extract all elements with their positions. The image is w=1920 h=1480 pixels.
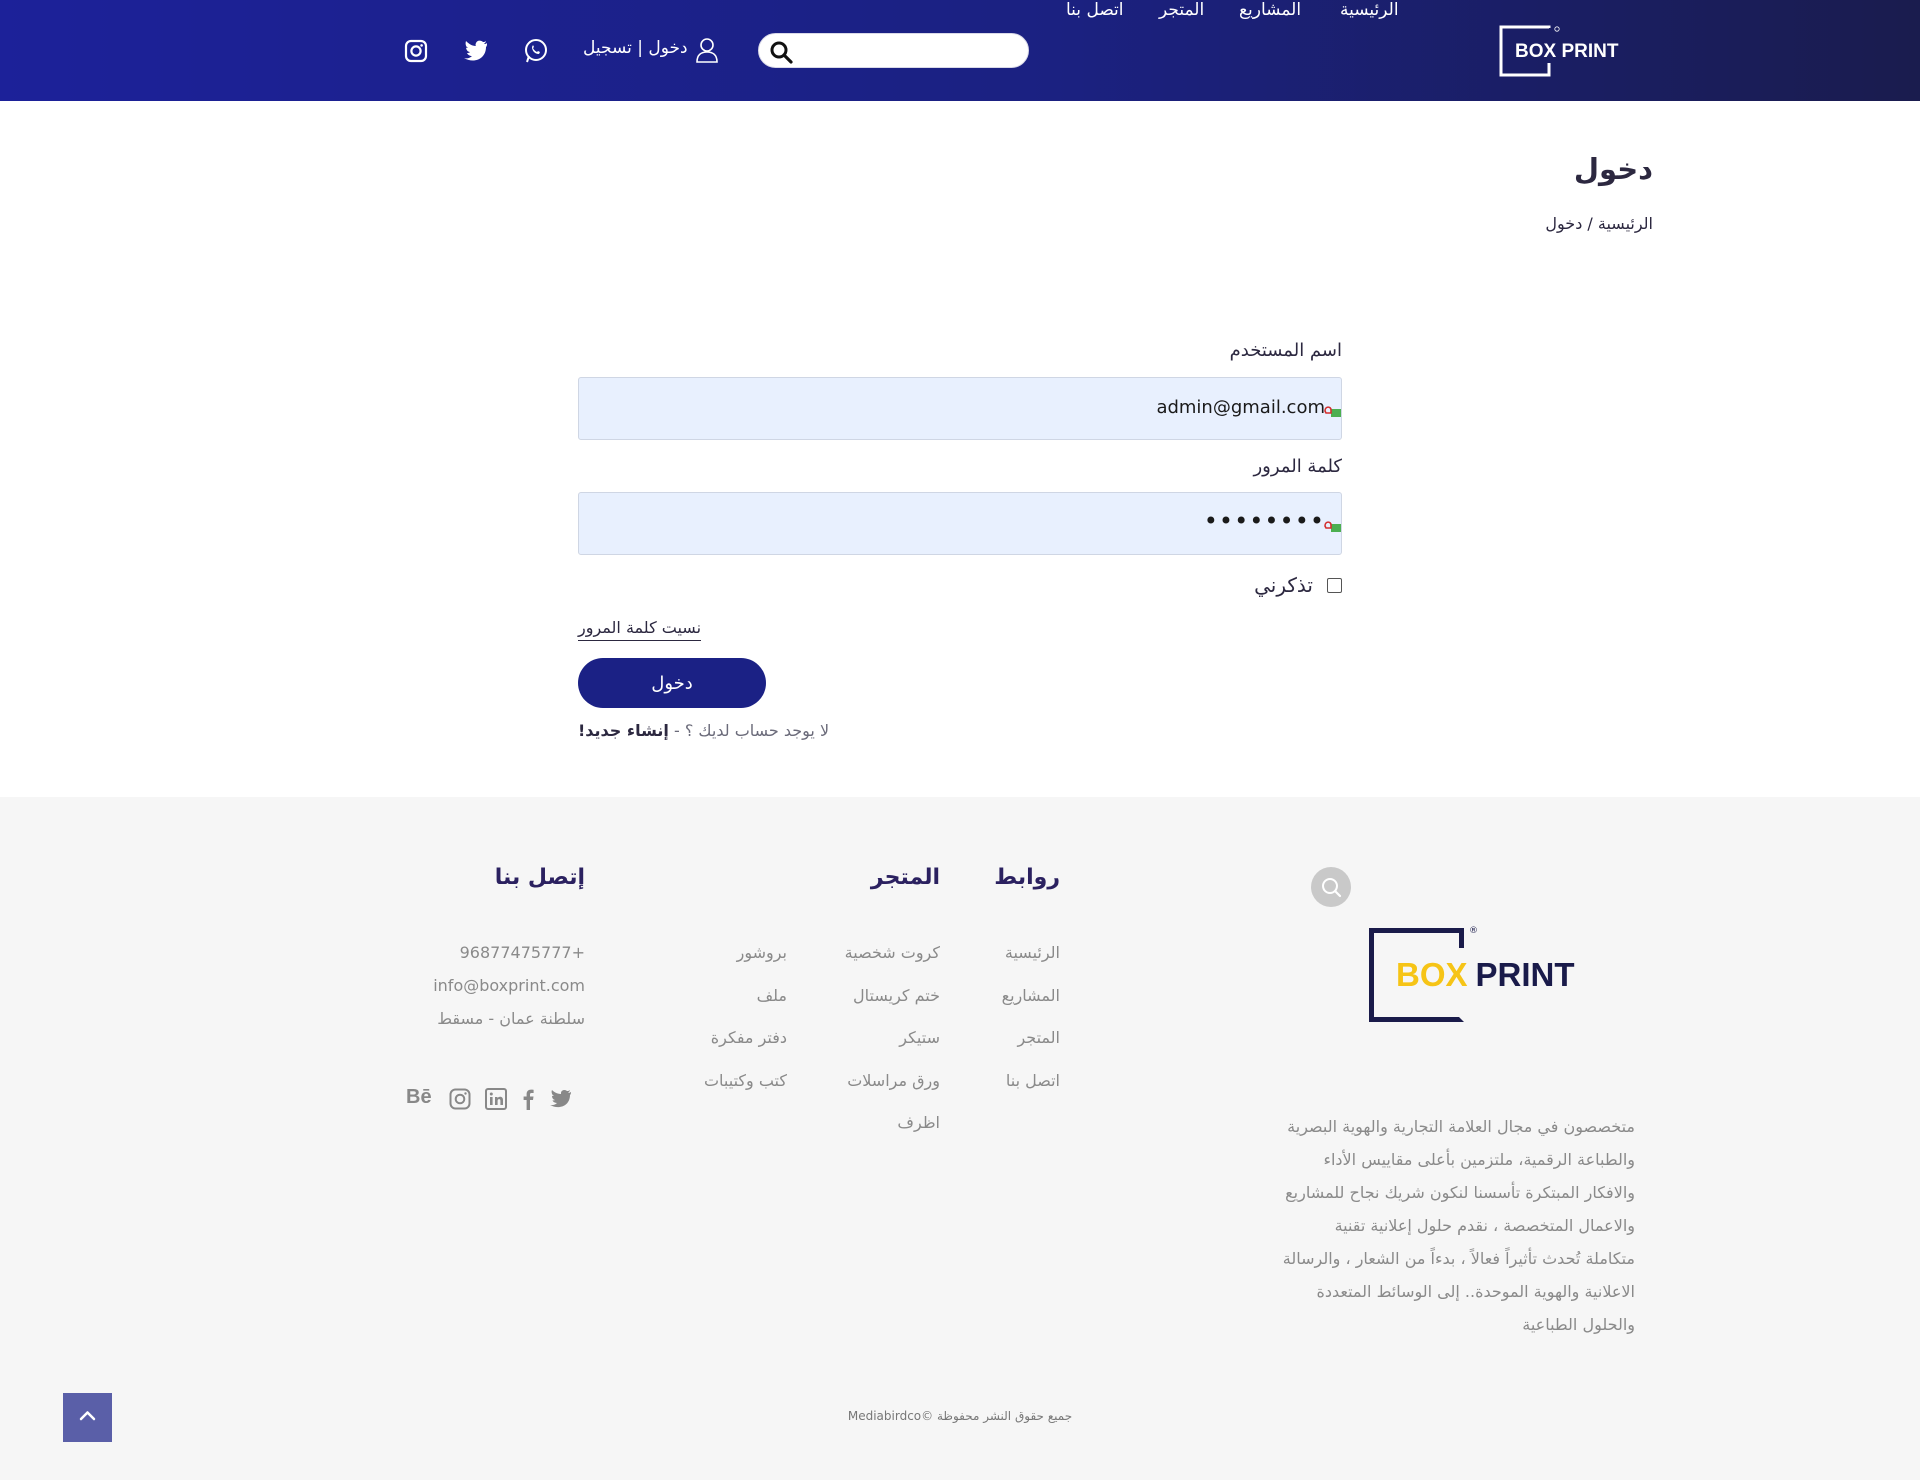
store-link[interactable]: ختم كريستال — [845, 986, 940, 1029]
register-link[interactable]: إنشاء جديد! — [578, 721, 669, 740]
behance-icon[interactable]: Bē — [406, 1086, 432, 1109]
breadcrumb-separator: / — [1587, 214, 1593, 233]
about-line: والحلول الطباعية — [1522, 1315, 1635, 1334]
footer-logo: ® BOX PRINT — [1369, 926, 1575, 1024]
no-account-text: لا يوجد حساب لديك ؟ - — [673, 721, 830, 740]
password-manager-icon[interactable] — [1323, 404, 1341, 420]
logo-box-word: BOX — [1396, 956, 1468, 993]
store-link[interactable]: كروت شخصية — [845, 943, 940, 986]
store-link[interactable]: بروشور — [704, 943, 787, 986]
footer: ® BOX PRINT متخصصون في مجال العلامة التجا… — [0, 797, 1920, 1480]
nav-contact[interactable]: اتصل بنا — [1066, 0, 1124, 20]
username-label: اسم المستخدم — [1229, 340, 1342, 361]
store-link[interactable]: ملف — [704, 986, 787, 1029]
footer-link-home[interactable]: الرئيسية — [1002, 943, 1060, 986]
logo-print-word: PRINT — [1475, 956, 1575, 993]
password-value: •••••••• — [1203, 507, 1325, 535]
password-manager-icon[interactable] — [1323, 519, 1341, 535]
store-list-2: بروشور ملف دفتر مفكرة كتب وكتيبات — [704, 943, 787, 1113]
logo-text: BOX PRINT — [1515, 41, 1619, 62]
about-text: متخصصون في مجال العلامة التجارية والهوية… — [1215, 1110, 1635, 1341]
links-title: روابط — [994, 865, 1060, 890]
store-link[interactable]: كتب وكتيبات — [704, 1071, 787, 1114]
footer-logo-text: BOX PRINT — [1396, 956, 1575, 994]
header-logo[interactable]: BOX PRINT — [1499, 25, 1618, 77]
store-list-1: كروت شخصية ختم كريستال ستيكر ورق مراسلات… — [845, 943, 940, 1156]
search-input[interactable] — [803, 38, 1021, 64]
instagram-icon[interactable] — [403, 38, 429, 64]
remember-me-checkbox[interactable] — [1327, 578, 1342, 593]
whatsapp-icon[interactable] — [523, 38, 549, 64]
contact-list: 96877475777+ info@boxprint.com سلطنة عما… — [433, 943, 585, 1042]
chevron-up-icon — [79, 1411, 96, 1421]
top-header: BOX PRINT الرئيسية المشاريع المتجر اتصل … — [0, 0, 1920, 101]
linkedin-icon[interactable] — [484, 1087, 508, 1111]
store-title: المتجر — [870, 865, 940, 890]
store-link[interactable]: اظرف — [845, 1113, 940, 1156]
about-line: متكاملة تُحدث تأثيراً فعالاً ، بدءاً من … — [1282, 1249, 1635, 1268]
search-icon — [1322, 878, 1342, 898]
about-line: والاعمال المتخصصة ، نقدم حلول إعلانية تق… — [1334, 1216, 1635, 1235]
footer-link-contact[interactable]: اتصل بنا — [1002, 1071, 1060, 1114]
contact-phone[interactable]: 96877475777+ — [433, 943, 585, 976]
footer-search-button[interactable] — [1311, 867, 1351, 907]
store-link[interactable]: دفتر مفكرة — [704, 1028, 787, 1071]
scroll-to-top-button[interactable] — [63, 1393, 112, 1442]
facebook-icon[interactable] — [516, 1087, 540, 1111]
register-prompt: لا يوجد حساب لديك ؟ - إنشاء جديد! — [578, 721, 829, 740]
nav-store[interactable]: المتجر — [1159, 0, 1204, 20]
copyright-text: جميع حقوق النشر محفوظة ©Mediabirdco — [847, 1409, 1073, 1423]
about-line: والطباعة الرقمية، ملتزمين بأعلى مقاييس ا… — [1323, 1150, 1635, 1169]
nav-projects[interactable]: المشاريع — [1239, 0, 1301, 20]
username-field[interactable]: admin@gmail.com — [578, 377, 1342, 440]
forgot-password-link[interactable]: نسيت كلمة المرور — [578, 618, 702, 641]
breadcrumb-current: دخول — [1545, 214, 1583, 233]
remember-me-label[interactable]: تذكرني — [1254, 573, 1313, 597]
nav-home[interactable]: الرئيسية — [1340, 0, 1399, 20]
twitter-icon[interactable] — [463, 38, 489, 64]
about-line: والافكار المبتكرة تأسسنا لنكون شريك نجاح… — [1285, 1183, 1635, 1202]
store-link[interactable]: ستيكر — [845, 1028, 940, 1071]
footer-link-store[interactable]: المتجر — [1002, 1028, 1060, 1071]
contact-address: سلطنة عمان - مسقط — [437, 1009, 585, 1028]
contact-email[interactable]: info@boxprint.com — [433, 976, 585, 1009]
contact-title: إتصل بنا — [494, 865, 585, 890]
user-icon[interactable] — [695, 37, 719, 63]
breadcrumb: الرئيسية / دخول — [1545, 214, 1653, 233]
about-line: متخصصون في مجال العلامة التجارية والهوية… — [1287, 1117, 1635, 1136]
password-label: كلمة المرور — [1253, 456, 1342, 477]
page-title: دخول — [1573, 152, 1653, 186]
store-link[interactable]: ورق مراسلات — [845, 1071, 940, 1114]
registered-mark-icon: ® — [1469, 926, 1478, 936]
links-list: الرئيسية المشاريع المتجر اتصل بنا — [1002, 943, 1060, 1113]
header-search[interactable] — [758, 33, 1029, 68]
instagram-icon[interactable] — [448, 1087, 472, 1111]
password-field[interactable]: •••••••• — [578, 492, 1342, 555]
username-value: admin@gmail.com — [1156, 397, 1325, 418]
about-line: الاعلانية والهوية الموحدة.. إلى الوسائط … — [1316, 1282, 1635, 1301]
twitter-icon[interactable] — [549, 1087, 573, 1111]
login-button[interactable]: دخول — [578, 658, 766, 708]
footer-link-projects[interactable]: المشاريع — [1002, 986, 1060, 1029]
search-icon[interactable] — [769, 40, 793, 64]
login-register-link[interactable]: دخول | تسجيل — [583, 38, 688, 58]
breadcrumb-home[interactable]: الرئيسية — [1598, 214, 1653, 233]
